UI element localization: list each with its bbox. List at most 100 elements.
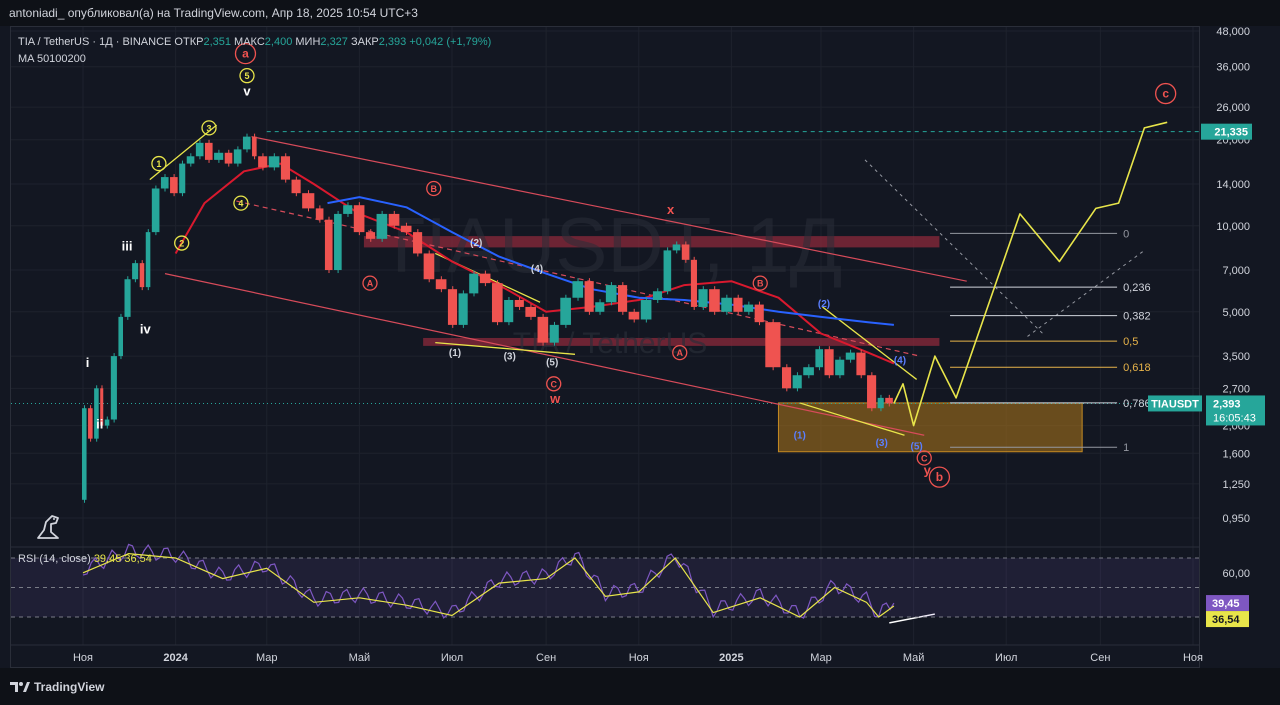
candle[interactable] [81,408,87,500]
candle[interactable] [663,250,672,292]
candle[interactable] [815,349,824,368]
dinosaur-icon[interactable] [37,515,59,539]
candle[interactable] [110,356,117,420]
candle[interactable] [479,273,491,284]
candle[interactable] [388,213,400,226]
candle[interactable] [765,322,781,368]
candle[interactable] [744,304,754,312]
candle[interactable] [145,232,151,288]
candle[interactable] [334,213,342,271]
candle[interactable] [435,279,447,290]
x-tick-label: Май [349,652,371,664]
candle[interactable] [343,205,353,214]
circled-label: C [921,454,928,464]
chart-svg[interactable]: TIAUSDT, 1Д TIA / TetherUS 00,2360,3820,… [0,0,1280,705]
candle[interactable] [514,299,524,307]
candle[interactable] [754,304,764,323]
y-tick-label: 2,700 [1222,383,1250,395]
x-tick-label: 2025 [719,652,743,664]
rsi-legend[interactable]: RSI (14, close) 39,45 36,54 [18,553,152,565]
candle[interactable] [733,297,743,312]
candle[interactable] [640,299,652,320]
candle[interactable] [365,232,376,239]
fib-label-2: 0,382 [1123,311,1151,323]
candle[interactable] [160,177,169,189]
candle[interactable] [214,152,224,160]
candle[interactable] [353,205,365,233]
candle[interactable] [224,152,233,164]
candle[interactable] [572,281,584,298]
candle[interactable] [423,253,435,280]
candle[interactable] [195,142,204,157]
candle[interactable] [291,179,301,194]
candle[interactable] [504,299,514,323]
candle[interactable] [88,408,93,439]
candle[interactable] [549,324,559,343]
candle[interactable] [280,156,291,180]
candle[interactable] [721,297,732,312]
candle[interactable] [781,367,792,389]
circled-label: c [1162,87,1169,101]
candle[interactable] [315,208,324,220]
candle[interactable] [672,244,681,251]
circled-label: C [550,379,557,389]
wave-label: x [667,202,675,217]
candle[interactable] [560,297,571,325]
candle[interactable] [204,142,213,160]
candle[interactable] [525,306,537,317]
candle[interactable] [867,375,877,409]
candle[interactable] [605,285,617,303]
candle[interactable] [845,352,855,360]
candle[interactable] [124,279,131,317]
candle[interactable] [709,289,720,312]
candle[interactable] [400,225,412,233]
candle[interactable] [877,397,884,409]
candle[interactable] [491,283,503,323]
candle[interactable] [698,289,708,307]
candle[interactable] [132,263,139,280]
candle[interactable] [324,219,333,271]
candle[interactable] [104,419,110,426]
circled-label: A [677,348,684,358]
candle[interactable] [584,281,594,312]
wave-label: (3) [504,352,516,363]
candle[interactable] [628,311,640,320]
candle[interactable] [618,285,628,312]
candle[interactable] [376,213,388,239]
candle[interactable] [170,177,178,194]
wave-label: w [549,391,561,406]
candle[interactable] [252,136,257,157]
candle[interactable] [268,156,280,168]
candle[interactable] [856,352,866,376]
candle[interactable] [139,263,145,288]
candle[interactable] [824,349,834,376]
candle[interactable] [179,163,186,194]
legend-open-label: ОТКР [174,36,204,48]
ma-legend[interactable]: MA 50100200 [18,53,86,65]
tradingview-logo[interactable]: TradingView [10,680,104,694]
candle[interactable] [118,316,123,357]
channel-lower-line[interactable] [164,273,925,436]
candle[interactable] [186,156,195,164]
candle[interactable] [537,316,549,343]
candle[interactable] [469,273,479,294]
symbol-legend[interactable]: TIA / TetherUS · 1Д · BINANCE ОТКР2,351 … [18,36,491,48]
candle[interactable] [233,149,242,164]
candle[interactable] [803,367,814,376]
candle[interactable] [302,193,315,209]
candle[interactable] [652,291,663,300]
candle[interactable] [258,156,268,168]
candle[interactable] [458,293,468,325]
fib-label-5: 0,786 [1123,398,1151,410]
candle[interactable] [690,259,697,307]
candle[interactable] [151,188,160,233]
candle[interactable] [885,397,893,404]
projection-path[interactable] [893,121,1168,427]
candle[interactable] [413,232,423,254]
candle[interactable] [595,302,605,312]
candle[interactable] [835,359,845,376]
candle[interactable] [447,289,458,325]
candle[interactable] [681,244,690,260]
candle[interactable] [792,375,802,389]
candle[interactable] [242,136,251,150]
